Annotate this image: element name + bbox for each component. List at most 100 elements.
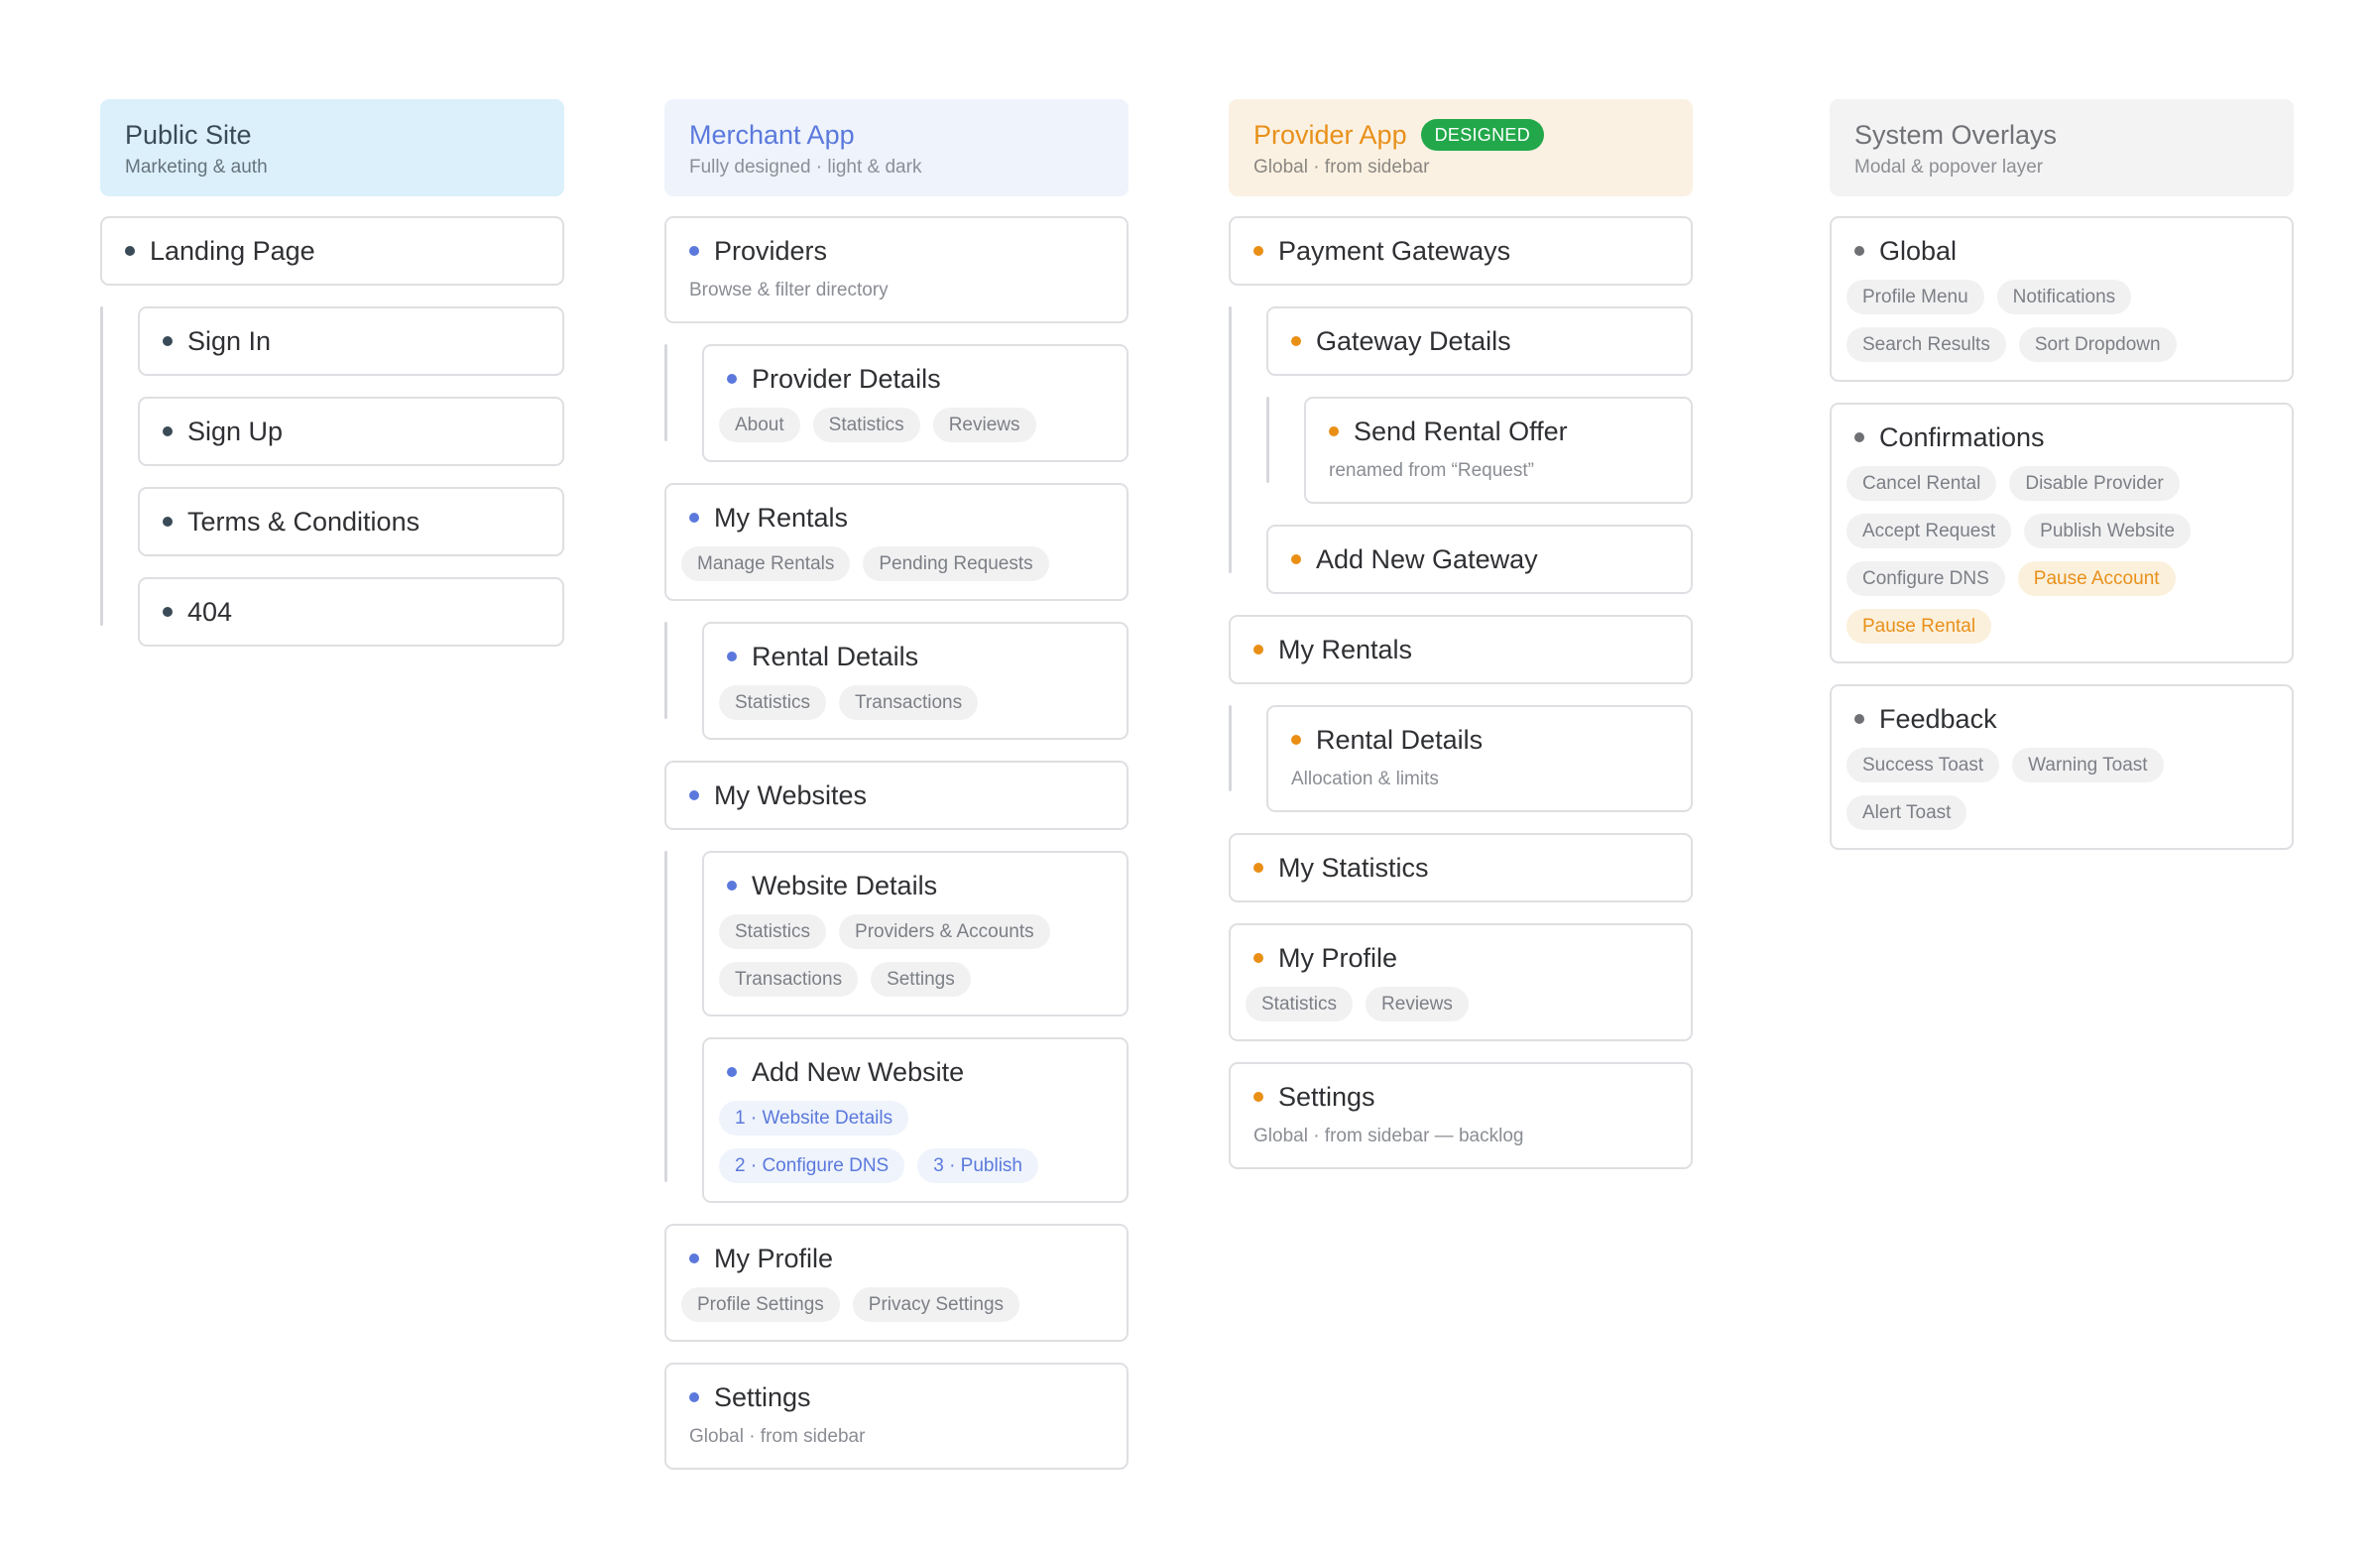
chip-profile-settings[interactable]: Profile Settings <box>681 1287 840 1322</box>
chip-providers-accounts[interactable]: Providers & Accounts <box>839 914 1050 949</box>
node-global[interactable]: Global Profile Menu Notifications Search… <box>1830 216 2294 382</box>
node-add-new-gateway[interactable]: Add New Gateway <box>1266 525 1693 594</box>
node-title: Gateway Details <box>1316 326 1511 356</box>
chip-statistics[interactable]: Statistics <box>812 408 920 442</box>
node-payment-gateways[interactable]: Payment Gateways <box>1229 216 1693 286</box>
chip-statistics[interactable]: Statistics <box>719 685 827 720</box>
chip-success-toast[interactable]: Success Toast <box>1846 748 2000 782</box>
chip-reviews[interactable]: Reviews <box>932 408 1036 442</box>
node-sign-up[interactable]: Sign Up <box>138 397 564 466</box>
node-title: My Profile <box>1278 943 1398 973</box>
node-title: Confirmations <box>1879 422 2045 452</box>
node-my-profile[interactable]: My Profile Statistics Reviews <box>1229 923 1693 1041</box>
chip-pause-account[interactable]: Pause Account <box>2017 561 2176 596</box>
header-public-site: Public Site Marketing & auth <box>100 99 564 196</box>
chip-disable-provider[interactable]: Disable Provider <box>2009 466 2180 501</box>
node-confirmations[interactable]: Confirmations Cancel Rental Disable Prov… <box>1830 403 2294 663</box>
chip-notifications[interactable]: Notifications <box>1996 280 2132 314</box>
node-title: 404 <box>187 597 233 627</box>
node-404[interactable]: 404 <box>138 577 564 647</box>
chip-publish-website[interactable]: Publish Website <box>2024 514 2192 548</box>
header-system-overlays: System Overlays Modal & popover layer <box>1830 99 2294 196</box>
bullet-dot <box>689 246 699 256</box>
chip-about[interactable]: About <box>719 408 800 442</box>
bullet-dot <box>1291 554 1301 564</box>
chip-statistics[interactable]: Statistics <box>1246 987 1354 1021</box>
node-title: Global <box>1879 236 1958 266</box>
bullet-dot <box>689 513 699 523</box>
node-title: My Profile <box>714 1244 834 1273</box>
bullet-dot <box>163 336 173 346</box>
chip-statistics[interactable]: Statistics <box>719 914 827 949</box>
node-my-websites[interactable]: My Websites <box>664 761 1129 830</box>
node-terms[interactable]: Terms & Conditions <box>138 487 564 556</box>
node-rental-details[interactable]: Rental Details Allocation & limits <box>1266 705 1693 812</box>
chip-transactions[interactable]: Transactions <box>719 962 859 997</box>
node-settings[interactable]: Settings Global · from sidebar — backlog <box>1229 1062 1693 1169</box>
system-overlays-title: System Overlays <box>1854 120 2058 150</box>
chip-transactions[interactable]: Transactions <box>839 685 979 720</box>
public-site-title: Public Site <box>125 120 252 150</box>
bullet-dot <box>1291 336 1301 346</box>
bullet-dot <box>1854 246 1864 256</box>
node-gateway-details[interactable]: Gateway Details <box>1266 306 1693 376</box>
node-title: Rental Details <box>1316 725 1484 755</box>
column-provider-app: Provider App DESIGNED Global · from sideb… <box>1229 99 1693 1190</box>
chip-settings[interactable]: Settings <box>871 962 971 997</box>
chip-configure-dns[interactable]: Configure DNS <box>1846 561 2005 596</box>
node-send-rental-offer[interactable]: Send Rental Offer renamed from “Request” <box>1304 397 1693 504</box>
gateway-details-children: Send Rental Offer renamed from “Request” <box>1266 397 1693 504</box>
chip-step-website-details[interactable]: 1 · Website Details <box>719 1101 909 1135</box>
node-title: Rental Details <box>752 642 919 671</box>
chip-manage-rentals[interactable]: Manage Rentals <box>681 546 851 581</box>
node-feedback[interactable]: Feedback Success Toast Warning Toast Ale… <box>1830 684 2294 850</box>
node-providers[interactable]: Providers Browse & filter directory <box>664 216 1129 323</box>
node-settings[interactable]: Settings Global · from sidebar <box>664 1363 1129 1470</box>
chip-accept-request[interactable]: Accept Request <box>1846 514 2012 548</box>
node-title: Provider Details <box>752 364 941 394</box>
node-title: Settings <box>714 1382 811 1412</box>
header-merchant-app: Merchant App Fully designed · light & da… <box>664 99 1129 196</box>
bullet-dot <box>1253 1092 1263 1102</box>
chip-alert-toast[interactable]: Alert Toast <box>1846 795 1967 830</box>
node-title: Terms & Conditions <box>187 507 420 537</box>
node-rental-details[interactable]: Rental Details Statistics Transactions <box>702 622 1129 740</box>
chip-search-results[interactable]: Search Results <box>1846 327 2006 362</box>
bullet-dot <box>1854 432 1864 442</box>
node-provider-details[interactable]: Provider Details About Statistics Review… <box>702 344 1129 462</box>
rentals-children: Rental Details Statistics Transactions <box>664 622 1129 740</box>
node-website-details[interactable]: Website Details Statistics Providers & A… <box>702 851 1129 1016</box>
chip-sort-dropdown[interactable]: Sort Dropdown <box>2018 327 2177 362</box>
node-subtitle: Allocation & limits <box>1291 769 1439 789</box>
node-my-profile[interactable]: My Profile Profile Settings Privacy Sett… <box>664 1224 1129 1342</box>
column-system-overlays: System Overlays Modal & popover layer Gl… <box>1830 99 2294 871</box>
node-add-new-website[interactable]: Add New Website 1 · Website Details 2 · … <box>702 1037 1129 1203</box>
node-my-rentals[interactable]: My Rentals <box>1229 615 1693 684</box>
chip-privacy-settings[interactable]: Privacy Settings <box>852 1287 1020 1322</box>
chip-pending-requests[interactable]: Pending Requests <box>863 546 1049 581</box>
node-subtitle: Browse & filter directory <box>689 280 889 300</box>
node-subtitle: Global · from sidebar <box>689 1426 866 1447</box>
bullet-dot <box>125 246 135 256</box>
node-my-rentals[interactable]: My Rentals Manage Rentals Pending Reques… <box>664 483 1129 601</box>
chip-profile-menu[interactable]: Profile Menu <box>1846 280 1984 314</box>
node-sign-in[interactable]: Sign In <box>138 306 564 376</box>
chip-pause-rental[interactable]: Pause Rental <box>1846 609 1992 644</box>
bullet-dot <box>689 1254 699 1263</box>
chip-reviews[interactable]: Reviews <box>1366 987 1469 1021</box>
node-landing-page[interactable]: Landing Page <box>100 216 564 286</box>
node-title: My Statistics <box>1278 853 1429 883</box>
system-overlays-subtitle: Modal & popover layer <box>1854 157 2044 178</box>
node-my-statistics[interactable]: My Statistics <box>1229 833 1693 902</box>
chip-warning-toast[interactable]: Warning Toast <box>2012 748 2164 782</box>
node-title: Website Details <box>752 871 938 900</box>
node-title: Landing Page <box>150 236 315 266</box>
node-title: Send Rental Offer <box>1354 417 1568 446</box>
chip-step-publish[interactable]: 3 · Publish <box>917 1148 1039 1183</box>
chip-cancel-rental[interactable]: Cancel Rental <box>1846 466 1997 501</box>
chip-step-configure-dns[interactable]: 2 · Configure DNS <box>719 1148 905 1183</box>
provider-app-subtitle: Global · from sidebar <box>1253 157 1430 178</box>
websites-children: Website Details Statistics Providers & A… <box>664 851 1129 1203</box>
bullet-dot <box>1291 735 1301 745</box>
node-title: Add New Gateway <box>1316 544 1538 574</box>
